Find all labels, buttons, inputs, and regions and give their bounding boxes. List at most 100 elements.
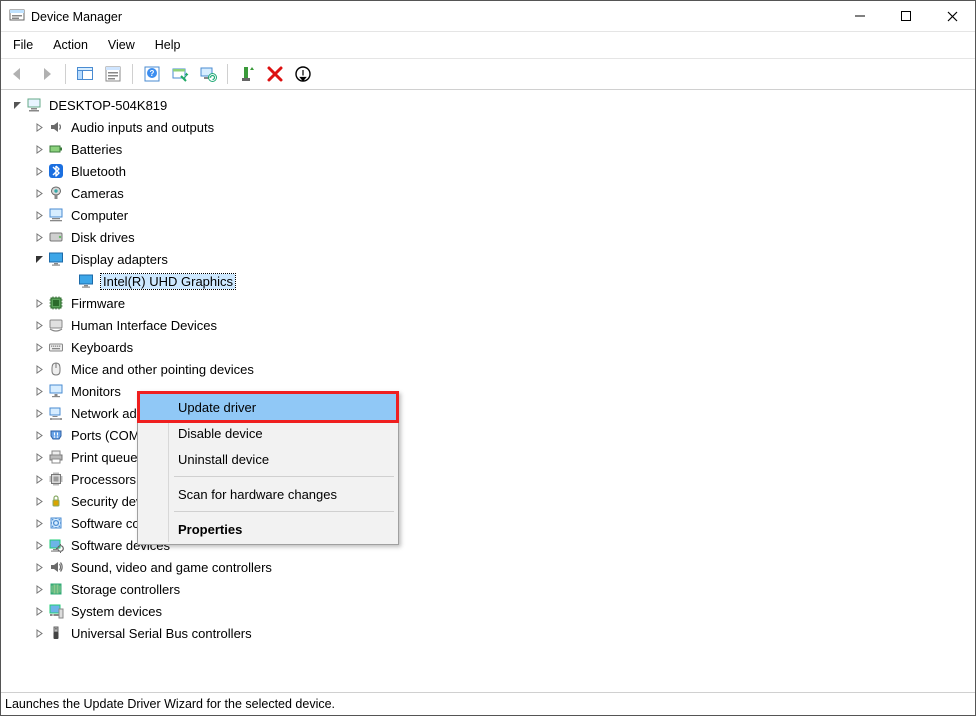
tree-category[interactable]: Audio inputs and outputs — [5, 116, 975, 138]
tree-category[interactable]: Firmware — [5, 292, 975, 314]
context-menu-separator — [174, 511, 394, 512]
expand-toggle[interactable] — [33, 561, 45, 573]
tree-category-label: Display adapters — [71, 252, 168, 267]
expand-toggle[interactable] — [11, 99, 23, 111]
context-menu-update-driver[interactable]: Update driver — [140, 394, 396, 420]
expand-toggle[interactable] — [33, 495, 45, 507]
tree-category[interactable]: Universal Serial Bus controllers — [5, 622, 975, 644]
mouse-icon — [47, 360, 65, 378]
context-menu-separator — [174, 476, 394, 477]
tree-category[interactable]: Computer — [5, 204, 975, 226]
expand-toggle[interactable] — [33, 429, 45, 441]
minimize-button[interactable] — [837, 1, 883, 31]
tree-category[interactable]: Mice and other pointing devices — [5, 358, 975, 380]
menu-action[interactable]: Action — [43, 36, 98, 54]
context-menu-scan-hardware[interactable]: Scan for hardware changes — [140, 481, 396, 507]
tree-category-label: Keyboards — [71, 340, 133, 355]
system-icon — [47, 602, 65, 620]
tree-category[interactable]: Bluetooth — [5, 160, 975, 182]
tree-category[interactable]: Sound, video and game controllers — [5, 556, 975, 578]
device-tree[interactable]: DESKTOP-504K819 Audio inputs and outputs… — [1, 90, 975, 692]
context-menu: Update driver Disable device Uninstall d… — [137, 391, 399, 545]
tree-category[interactable]: Disk drives — [5, 226, 975, 248]
context-menu-label: Disable device — [178, 426, 263, 441]
context-menu-properties[interactable]: Properties — [140, 516, 396, 542]
expand-toggle[interactable] — [33, 385, 45, 397]
expand-toggle[interactable] — [33, 165, 45, 177]
tree-device[interactable]: Intel(R) UHD Graphics — [5, 270, 975, 292]
toolbar-separator — [132, 64, 133, 84]
processor-icon — [47, 470, 65, 488]
tree-category-label: Universal Serial Bus controllers — [71, 626, 252, 641]
storage-icon — [47, 580, 65, 598]
tree-category[interactable]: Storage controllers — [5, 578, 975, 600]
tree-category-label: Bluetooth — [71, 164, 126, 179]
expand-toggle[interactable] — [33, 517, 45, 529]
computer-icon — [25, 96, 43, 114]
expand-toggle[interactable] — [33, 583, 45, 595]
camera-icon — [47, 184, 65, 202]
toolbar-uninstall-device-button[interactable] — [262, 61, 288, 87]
context-menu-uninstall-device[interactable]: Uninstall device — [140, 446, 396, 472]
toolbar-scan-hardware-button[interactable] — [167, 61, 193, 87]
tree-category[interactable]: Human Interface Devices — [5, 314, 975, 336]
expand-toggle[interactable] — [33, 143, 45, 155]
tree-category-label: Human Interface Devices — [71, 318, 217, 333]
expand-toggle[interactable] — [33, 407, 45, 419]
tree-category[interactable]: Batteries — [5, 138, 975, 160]
tree-root-label: DESKTOP-504K819 — [49, 98, 167, 113]
tree-category[interactable]: System devices — [5, 600, 975, 622]
expand-toggle[interactable] — [33, 473, 45, 485]
computer-icon — [47, 206, 65, 224]
disk-icon — [47, 228, 65, 246]
context-menu-label: Uninstall device — [178, 452, 269, 467]
network-icon — [47, 404, 65, 422]
expand-toggle[interactable] — [33, 253, 45, 265]
tree-category-label: Disk drives — [71, 230, 135, 245]
expand-toggle[interactable] — [33, 627, 45, 639]
expand-toggle[interactable] — [33, 605, 45, 617]
expand-toggle[interactable] — [33, 297, 45, 309]
menu-file[interactable]: File — [3, 36, 43, 54]
expand-toggle[interactable] — [33, 451, 45, 463]
tree-category-label: Batteries — [71, 142, 122, 157]
usb-icon — [47, 624, 65, 642]
maximize-button[interactable] — [883, 1, 929, 31]
tree-category[interactable]: Keyboards — [5, 336, 975, 358]
tree-category-label: Print queues — [71, 450, 144, 465]
menu-help[interactable]: Help — [145, 36, 191, 54]
tree-category[interactable]: Display adapters — [5, 248, 975, 270]
speaker-icon — [47, 118, 65, 136]
expand-toggle[interactable] — [33, 231, 45, 243]
tree-category-label: Processors — [71, 472, 136, 487]
toolbar-update-driver-button[interactable] — [195, 61, 221, 87]
menu-view[interactable]: View — [98, 36, 145, 54]
toolbar-enable-device-button[interactable] — [234, 61, 260, 87]
toolbar-properties-small[interactable] — [100, 61, 126, 87]
toolbar-show-hide-console-tree[interactable] — [72, 61, 98, 87]
tree-category-label: Storage controllers — [71, 582, 180, 597]
tree-category[interactable]: Cameras — [5, 182, 975, 204]
close-button[interactable] — [929, 1, 975, 31]
toolbar: ? — [1, 59, 975, 90]
toolbar-disable-device-button[interactable] — [290, 61, 316, 87]
port-icon — [47, 426, 65, 444]
toolbar-help-button[interactable]: ? — [139, 61, 165, 87]
toolbar-forward-button[interactable] — [33, 61, 59, 87]
toolbar-back-button[interactable] — [5, 61, 31, 87]
context-menu-disable-device[interactable]: Disable device — [140, 420, 396, 446]
expand-toggle[interactable] — [33, 187, 45, 199]
expand-toggle[interactable] — [33, 363, 45, 375]
title-bar: Device Manager — [1, 1, 975, 32]
swdevice-icon — [47, 536, 65, 554]
toolbar-separator — [65, 64, 66, 84]
expand-toggle[interactable] — [33, 209, 45, 221]
expand-toggle[interactable] — [33, 121, 45, 133]
expand-toggle[interactable] — [33, 319, 45, 331]
expand-toggle[interactable] — [33, 539, 45, 551]
toolbar-separator — [227, 64, 228, 84]
tree-root[interactable]: DESKTOP-504K819 — [5, 94, 975, 116]
expand-toggle[interactable] — [33, 341, 45, 353]
bluetooth-icon — [47, 162, 65, 180]
tree-category-label: Audio inputs and outputs — [71, 120, 214, 135]
